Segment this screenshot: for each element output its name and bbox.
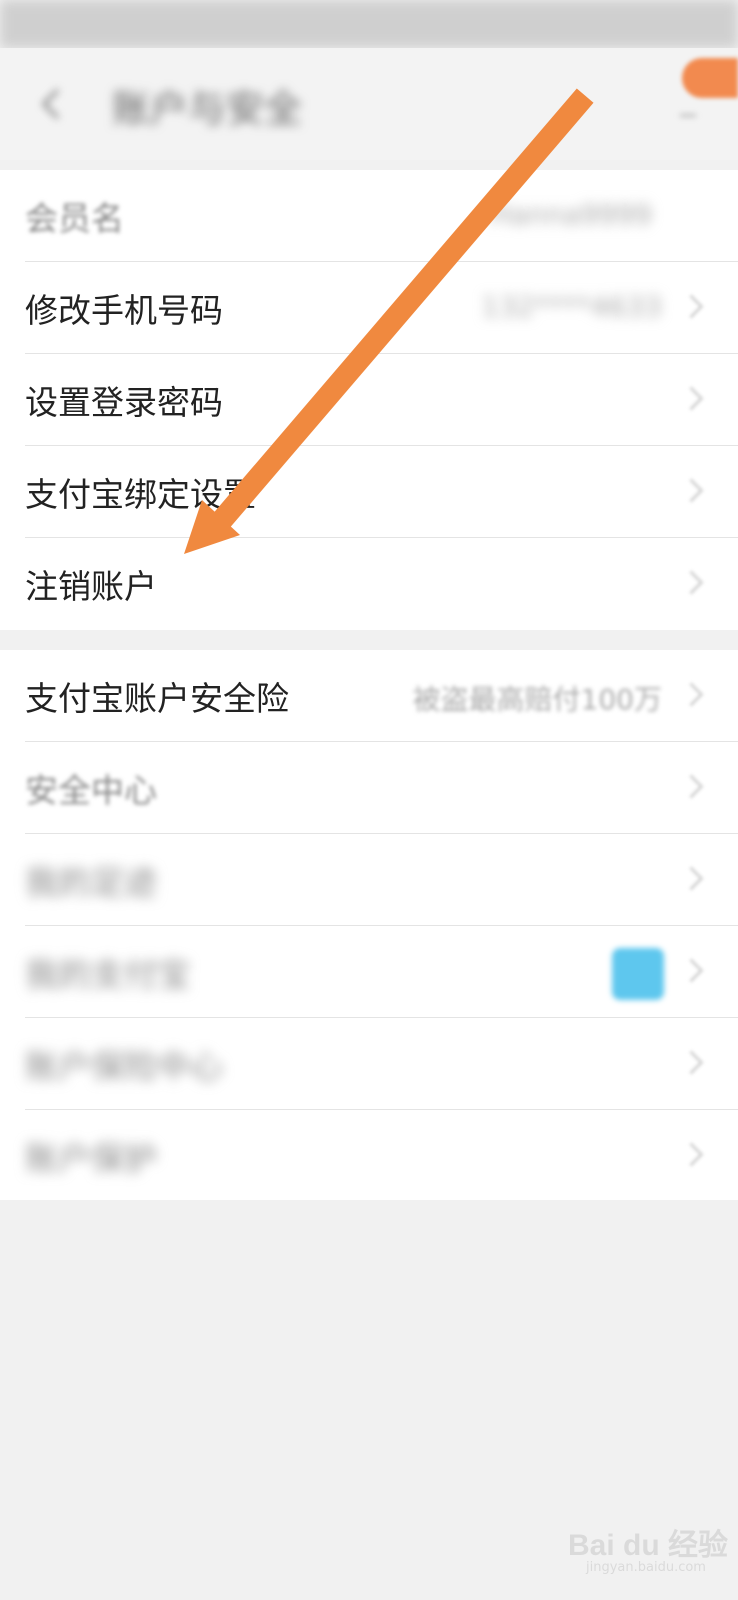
row-label: 设置登录密码 <box>25 383 223 422</box>
row-label: 支付宝绑定设置 <box>25 475 256 514</box>
row-label: 支付宝账户安全险 <box>25 679 289 718</box>
account-settings-group: 会员名 Hanna9999 修改手机号码 132****4633 设置登录密码 … <box>0 170 738 630</box>
chevron-right-icon <box>679 294 704 319</box>
row-blurred-6[interactable]: 账户保护 <box>0 1110 738 1202</box>
row-label: 账户保险中心 <box>25 1047 223 1086</box>
row-label: 会员名 <box>25 199 124 238</box>
baidu-watermark: Bai du 经验 jingyan.baidu.com <box>560 1520 730 1590</box>
row-blurred-5[interactable]: 账户保险中心 <box>0 1018 738 1110</box>
row-value: 132****4633 <box>481 290 662 323</box>
row-alipay-insurance[interactable]: 支付宝账户安全险 被盗最高赔付100万 <box>0 650 738 742</box>
row-label: 我的足迹 <box>25 863 157 902</box>
row-value: Hanna9999 <box>489 198 652 231</box>
chevron-right-icon <box>679 774 704 799</box>
row-cancel-account[interactable]: 注销账户 <box>0 538 738 630</box>
row-label: 我的支付宝 <box>25 955 190 994</box>
row-label: 账户保护 <box>25 1139 157 1178</box>
app-icon <box>612 948 664 1000</box>
row-member-name[interactable]: 会员名 Hanna9999 <box>0 170 738 262</box>
page-title: 账户与安全 <box>112 87 303 131</box>
row-label: 修改手机号码 <box>25 291 223 330</box>
row-alipay-binding[interactable]: 支付宝绑定设置 <box>0 446 738 538</box>
chevron-right-icon <box>679 386 704 411</box>
status-bar <box>0 0 738 48</box>
more-icon[interactable] <box>680 100 696 117</box>
row-set-login-password[interactable]: 设置登录密码 <box>0 354 738 446</box>
chevron-right-icon <box>679 682 704 707</box>
chat-bubble-icon[interactable] <box>682 58 738 98</box>
row-label: 注销账户 <box>25 567 157 606</box>
row-blurred-3[interactable]: 我的足迹 <box>0 834 738 926</box>
chevron-right-icon <box>679 570 704 595</box>
chevron-right-icon <box>679 866 704 891</box>
back-arrow-icon[interactable] <box>30 82 74 126</box>
chevron-right-icon <box>679 1142 704 1167</box>
row-change-phone[interactable]: 修改手机号码 132****4633 <box>0 262 738 354</box>
nav-bar: 账户与安全 <box>0 48 738 160</box>
row-security-center[interactable]: 安全中心 <box>0 742 738 834</box>
chevron-right-icon <box>679 478 704 503</box>
chevron-right-icon <box>679 1050 704 1075</box>
row-value: 被盗最高赔付100万 <box>412 683 662 716</box>
row-label: 安全中心 <box>25 771 157 810</box>
watermark-brand: Bai du 经验 <box>568 1529 729 1562</box>
watermark-url: jingyan.baidu.com <box>586 1560 706 1575</box>
security-group: 支付宝账户安全险 被盗最高赔付100万 安全中心 我的足迹 我的支付宝 账户保险… <box>0 650 738 1200</box>
row-blurred-4[interactable]: 我的支付宝 <box>0 926 738 1018</box>
chevron-right-icon <box>679 958 704 983</box>
